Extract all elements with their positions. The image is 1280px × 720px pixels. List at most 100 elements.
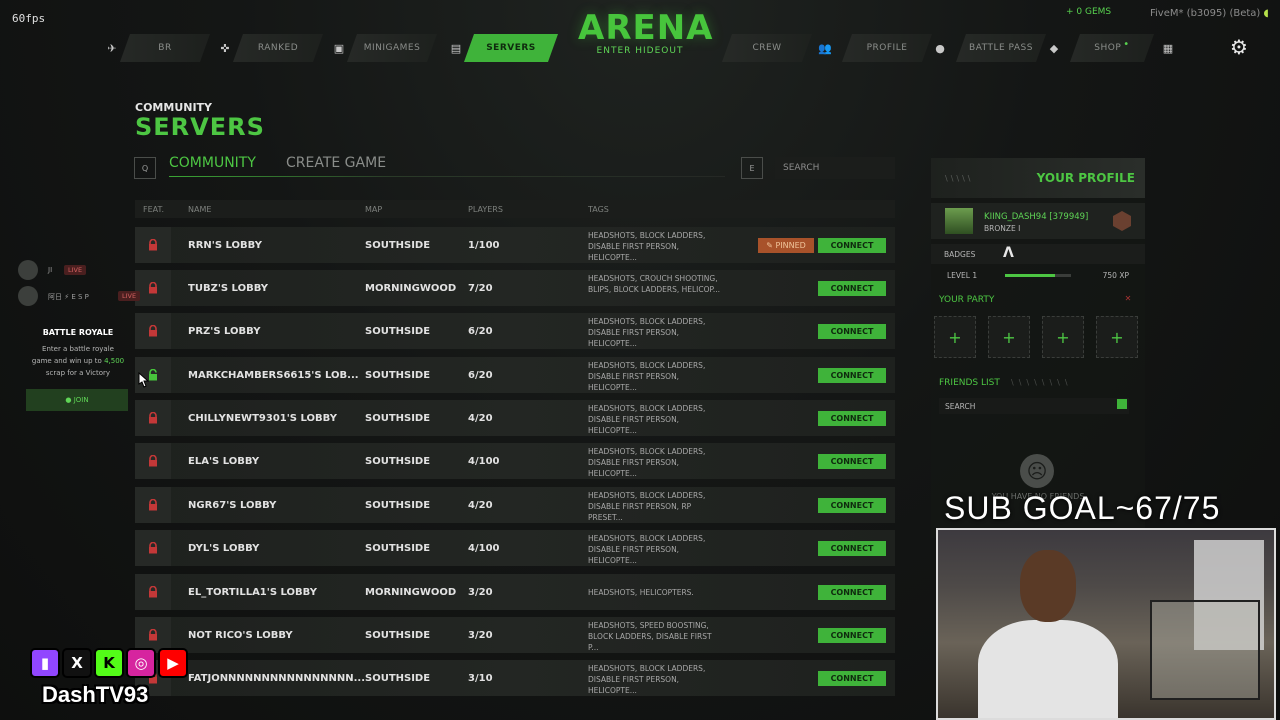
br-join-label: JOIN: [73, 396, 89, 404]
streamer-head: [1020, 550, 1076, 622]
connect-button[interactable]: CONNECT: [818, 585, 886, 600]
profile-header: \\\\\ YOUR PROFILE: [931, 158, 1145, 198]
server-name: PRZ'S LOBBY: [188, 326, 261, 337]
header-tags: TAGS: [588, 205, 609, 214]
nav-tab-shop[interactable]: SHOP •: [1070, 34, 1154, 62]
table-row[interactable]: MARKCHAMBERS6615'S LOB... SOUTHSIDE 6/20…: [135, 357, 895, 393]
party-slot-add-button[interactable]: +: [934, 316, 976, 358]
table-row[interactable]: NOT RICO'S LOBBY SOUTHSIDE 3/20 HEADSHOT…: [135, 617, 895, 653]
close-icon[interactable]: ✕: [1123, 294, 1133, 304]
gear-icon[interactable]: ⚙: [1228, 36, 1250, 58]
lock-icon: [135, 227, 171, 263]
join-icon: ●: [65, 396, 72, 404]
server-tags: HEADSHOTS, BLOCK LADDERS, DISABLE FIRST …: [588, 491, 706, 522]
friends-search-input[interactable]: [939, 398, 1129, 414]
tab-next-key[interactable]: E: [741, 157, 763, 179]
tab-community[interactable]: COMMUNITY: [169, 155, 256, 171]
table-row[interactable]: CHILLYNEWT9301'S LOBBY SOUTHSIDE 4/20 HE…: [135, 400, 895, 436]
fps-counter: 60fps: [12, 12, 46, 25]
lock-icon: [135, 574, 171, 610]
lock-icon: [135, 313, 171, 349]
server-tags: HEADSHOTS, BLOCK LADDERS, DISABLE FIRST …: [588, 534, 706, 565]
apex-badge-icon[interactable]: Λ: [1003, 245, 1014, 261]
nav-tab-servers[interactable]: SERVERS: [464, 34, 558, 62]
plane-icon: ✈: [107, 41, 117, 55]
br-join-button[interactable]: ● JOIN: [26, 389, 128, 411]
tab-prev-key[interactable]: Q: [134, 157, 156, 179]
server-map: SOUTHSIDE: [365, 543, 431, 554]
server-name: RRN'S LOBBY: [188, 240, 262, 251]
server-players: 4/20: [468, 413, 493, 424]
search-icon[interactable]: [1117, 399, 1127, 409]
connect-button[interactable]: CONNECT: [818, 368, 886, 383]
streamer-body: [978, 620, 1118, 718]
connect-button[interactable]: CONNECT: [818, 281, 886, 296]
connect-button[interactable]: CONNECT: [818, 238, 886, 253]
server-map: SOUTHSIDE: [365, 630, 431, 641]
sad-face-icon: ☹: [1020, 454, 1054, 488]
lock-icon: [135, 400, 171, 436]
nav-tab-battle-pass[interactable]: BATTLE PASS: [956, 34, 1046, 62]
arena-logo[interactable]: ARENA ENTER HIDEOUT: [578, 10, 713, 56]
client-version-text: FiveM* (b3095) (Beta): [1150, 8, 1261, 19]
party-slot-add-button[interactable]: +: [988, 316, 1030, 358]
tab-underline: [169, 176, 725, 177]
server-players: 3/20: [468, 587, 493, 598]
live-streamer[interactable]: JI LIVE: [18, 260, 138, 280]
tab-create-game[interactable]: CREATE GAME: [286, 155, 386, 171]
connect-button[interactable]: CONNECT: [818, 541, 886, 556]
profile-card[interactable]: KIING_DASH94 [379949] BRONZE I: [931, 203, 1145, 239]
server-map: SOUTHSIDE: [365, 500, 431, 511]
party-slot-add-button[interactable]: +: [1042, 316, 1084, 358]
table-row[interactable]: RRN'S LOBBY SOUTHSIDE 1/100 HEADSHOTS, B…: [135, 227, 895, 263]
connect-button[interactable]: CONNECT: [818, 324, 886, 339]
youtube-icon: ▶: [158, 648, 188, 678]
client-version-tag: FiveM* (b3095) (Beta) ◖: [1150, 8, 1269, 19]
nav-tab-crew[interactable]: CREW: [722, 34, 812, 62]
table-row[interactable]: NGR67'S LOBBY SOUTHSIDE 4/20 HEADSHOTS, …: [135, 487, 895, 523]
connect-button[interactable]: CONNECT: [818, 498, 886, 513]
connect-button[interactable]: CONNECT: [818, 454, 886, 469]
nav-tab-minigames[interactable]: MINIGAMES: [347, 34, 437, 62]
server-tags: HEADSHOTS, BLOCK LADDERS, DISABLE FIRST …: [588, 361, 706, 392]
table-row[interactable]: ELA'S LOBBY SOUTHSIDE 4/100 HEADSHOTS, B…: [135, 443, 895, 479]
lock-icon: [135, 487, 171, 523]
server-map: MORNINGWOOD: [365, 587, 457, 598]
br-title: BATTLE ROYALE: [42, 328, 114, 337]
xp-progress-fill: [1005, 274, 1055, 277]
nav-tab-profile[interactable]: PROFILE: [842, 34, 932, 62]
webcam-feed: [936, 528, 1276, 720]
crosshair-icon: ✜: [220, 41, 230, 55]
live-streamer[interactable]: 阿日 ⚡ E S P LIVE: [18, 286, 141, 306]
pinned-label: PINNED: [775, 241, 806, 250]
xp-label: 750 XP: [1102, 271, 1129, 280]
server-players: 3/10: [468, 673, 493, 684]
table-row[interactable]: EL_TORTILLA1'S LOBBY MORNINGWOOD 3/20 HE…: [135, 574, 895, 610]
br-desc-line-1: Enter a battle royale: [42, 345, 114, 353]
header-decoration: \\\\\: [945, 174, 974, 183]
ticket-icon: ◆: [1049, 41, 1059, 55]
table-row[interactable]: TUBZ'S LOBBY MORNINGWOOD 7/20 HEADSHOTS,…: [135, 270, 895, 306]
cam-tank: [1150, 600, 1260, 700]
party-slot-add-button[interactable]: +: [1096, 316, 1138, 358]
server-players: 6/20: [468, 370, 493, 381]
connect-button[interactable]: CONNECT: [818, 628, 886, 643]
store-icon: ▦: [1162, 41, 1174, 55]
table-row[interactable]: FATJONNNNNNNNNNNNNNNN... SOUTHSIDE 3/10 …: [135, 660, 895, 696]
header-name: NAME: [188, 205, 212, 214]
server-players: 7/20: [468, 283, 493, 294]
server-search-input[interactable]: [775, 157, 895, 179]
nav-shop-label: SHOP: [1094, 43, 1122, 53]
nav-tab-br[interactable]: BR: [120, 34, 210, 62]
connect-button[interactable]: CONNECT: [818, 671, 886, 686]
rank-icon: [1113, 211, 1131, 231]
friends-decoration: \\\\\\\\: [1011, 378, 1073, 387]
br-scrap-amount: 4,500: [104, 357, 125, 365]
connect-button[interactable]: CONNECT: [818, 411, 886, 426]
badges-label: BADGES: [944, 250, 976, 259]
nav-tab-ranked[interactable]: RANKED: [233, 34, 323, 62]
x-icon: X: [62, 648, 92, 678]
shop-notification-dot: •: [1123, 38, 1130, 50]
table-row[interactable]: PRZ'S LOBBY SOUTHSIDE 6/20 HEADSHOTS, BL…: [135, 313, 895, 349]
table-row[interactable]: DYL'S LOBBY SOUTHSIDE 4/100 HEADSHOTS, B…: [135, 530, 895, 566]
